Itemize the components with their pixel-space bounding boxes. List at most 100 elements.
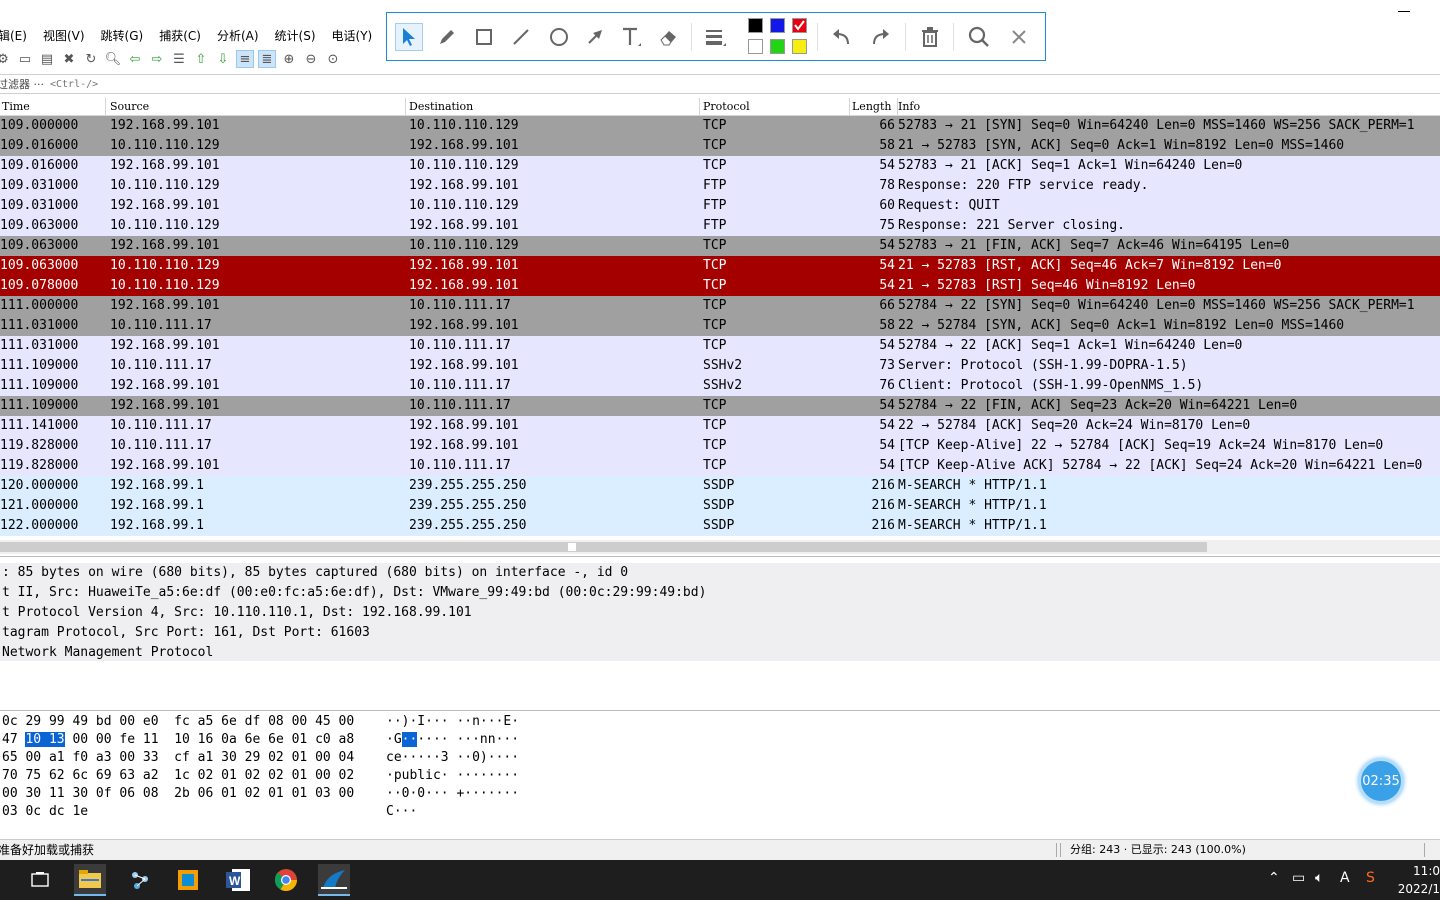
system-clock[interactable]: 11:0 2022/1 <box>1388 862 1440 898</box>
packet-row[interactable]: 120.000000 192.168.99.1 239.255.255.250 SSD… <box>0 476 1440 496</box>
line-icon[interactable] <box>507 23 535 51</box>
column-destination[interactable]: Destination <box>406 98 700 115</box>
network-app-icon[interactable] <box>124 864 156 896</box>
packet-row[interactable]: 109.016000 10.110.110.129 192.168.99.101 TC… <box>0 136 1440 156</box>
menu-statistics[interactable]: 统计(S) <box>267 27 324 44</box>
ascii-row[interactable]: ·public· ········ <box>386 767 519 785</box>
detail-ethernet[interactable]: t II, Src: HuaweiTe_a5:6e:df (00:e0:fc:a… <box>2 583 706 603</box>
color-green-swatch[interactable] <box>770 39 785 54</box>
color-red-swatch[interactable] <box>792 18 807 33</box>
reload-icon[interactable]: ↻ <box>82 50 100 68</box>
wireshark-icon[interactable] <box>318 864 350 896</box>
rectangle-icon[interactable] <box>470 23 498 51</box>
autoscroll-icon[interactable]: ≡ <box>236 50 254 68</box>
packet-row[interactable]: 121.000000 192.168.99.1 239.255.255.250 SSD… <box>0 496 1440 516</box>
packet-row[interactable]: 111.109000 192.168.99.101 10.110.111.17 SSH… <box>0 376 1440 396</box>
zoom-in-icon[interactable]: ⊕ <box>280 50 298 68</box>
hex-row[interactable]: 47 10 13 00 00 fe 11 10 16 0a 6e 6e 01 c… <box>2 731 354 749</box>
color-black-swatch[interactable] <box>748 18 763 33</box>
find-packet-icon[interactable]: 🔍︎ <box>104 50 122 68</box>
menu-capture[interactable]: 捕获(C) <box>151 27 209 44</box>
arrow-icon[interactable] <box>395 23 423 51</box>
menu-go[interactable]: 跳转(G) <box>93 27 152 44</box>
recording-timer[interactable]: 02:35 <box>1358 758 1404 804</box>
sogou-icon[interactable]: S <box>1366 870 1375 886</box>
color-yellow-swatch[interactable] <box>792 39 807 54</box>
detail-udp[interactable]: tagram Protocol, Src Port: 161, Dst Port… <box>2 623 706 643</box>
packet-row[interactable]: 111.109000 192.168.99.101 10.110.111.17 TCP… <box>0 396 1440 416</box>
first-packet-icon[interactable]: ⇧ <box>192 50 210 68</box>
packet-row[interactable]: 109.000000 192.168.99.101 10.110.110.129 TC… <box>0 116 1440 136</box>
ascii-row[interactable]: C··· <box>386 803 417 821</box>
packet-row[interactable]: 109.063000 10.110.110.129 192.168.99.101 TC… <box>0 256 1440 276</box>
packet-list-scrollbar[interactable] <box>0 540 1440 554</box>
save-file-icon[interactable]: ▤ <box>38 50 56 68</box>
hex-row[interactable]: 00 30 11 30 0f 06 08 2b 06 01 02 01 01 0… <box>2 785 354 803</box>
task-view-icon[interactable] <box>24 864 56 896</box>
packet-row[interactable]: 119.828000 10.110.111.17 192.168.99.101 TCP… <box>0 436 1440 456</box>
hex-row[interactable]: 0c 29 99 49 bd 00 e0 fc a5 6e df 08 00 4… <box>2 713 354 731</box>
packet-row[interactable]: 109.063000 192.168.99.101 10.110.110.129 TC… <box>0 236 1440 256</box>
close-file-icon[interactable]: ✖ <box>60 50 78 68</box>
packet-row[interactable]: 109.031000 192.168.99.101 10.110.110.129 FT… <box>0 196 1440 216</box>
packet-row[interactable]: 122.000000 192.168.99.1 239.255.255.250 SSD… <box>0 516 1440 536</box>
word-icon[interactable]: W <box>222 864 254 896</box>
packet-row[interactable]: 111.031000 10.110.111.17 192.168.99.101 TCP… <box>0 316 1440 336</box>
ascii-row[interactable]: ··0·0··· +······· <box>386 785 519 803</box>
menu-telephony[interactable]: 电话(Y) <box>324 27 381 44</box>
column-time[interactable]: Time <box>0 98 106 115</box>
packet-row[interactable]: 111.109000 10.110.111.17 192.168.99.101 SSH… <box>0 356 1440 376</box>
packet-row[interactable]: 111.141000 10.110.111.17 192.168.99.101 TCP… <box>0 416 1440 436</box>
packet-row[interactable]: 119.828000 192.168.99.101 10.110.111.17 TCP… <box>0 456 1440 476</box>
window-minimize-button[interactable] <box>1398 2 1410 12</box>
colorize-icon[interactable]: ≣ <box>258 50 276 68</box>
pen-icon[interactable] <box>433 23 461 51</box>
chrome-icon[interactable] <box>270 864 302 896</box>
network-icon[interactable]: ▭ <box>1292 870 1305 886</box>
ascii-row[interactable]: ··)·I··· ··n···E· <box>386 713 519 731</box>
remote-desktop-icon[interactable] <box>172 864 204 896</box>
options-icon[interactable]: ⚙ <box>0 50 12 68</box>
volume-icon[interactable]: 🔈︎ <box>1315 870 1323 886</box>
redo-icon[interactable] <box>867 23 895 51</box>
column-source[interactable]: Source <box>106 98 406 115</box>
show-hidden-icons[interactable]: ⌃ <box>1268 870 1280 886</box>
open-file-icon[interactable]: ▭ <box>16 50 34 68</box>
eraser-icon[interactable] <box>655 23 683 51</box>
circle-icon[interactable] <box>545 23 573 51</box>
menu-edit[interactable]: 辑(E) <box>0 27 35 44</box>
menu-view[interactable]: 视图(V) <box>35 27 93 44</box>
display-filter-input[interactable] <box>50 78 850 90</box>
detail-snmp[interactable]: Network Management Protocol <box>2 643 706 663</box>
go-to-packet-icon[interactable]: ☰ <box>170 50 188 68</box>
ascii-row[interactable]: ce·····3 ··0)···· <box>386 749 519 767</box>
zoom-normal-icon[interactable]: ⊙ <box>324 50 342 68</box>
zoom-out-icon[interactable]: ⊖ <box>302 50 320 68</box>
delete-icon[interactable] <box>916 23 944 51</box>
packet-row[interactable]: 111.031000 192.168.99.101 10.110.111.17 TCP… <box>0 336 1440 356</box>
column-protocol[interactable]: Protocol <box>700 98 850 115</box>
go-back-icon[interactable]: ⇦ <box>126 50 144 68</box>
packet-row[interactable]: 111.000000 192.168.99.101 10.110.111.17 TCP… <box>0 296 1440 316</box>
hex-row[interactable]: 65 00 a1 f0 a3 00 33 cf a1 30 29 02 01 0… <box>2 749 354 767</box>
file-explorer-icon[interactable] <box>74 864 106 896</box>
ascii-row[interactable]: ·G······ ···nn··· <box>386 731 519 749</box>
detail-frame[interactable]: : 85 bytes on wire (680 bits), 85 bytes … <box>2 563 706 583</box>
last-packet-icon[interactable]: ⇩ <box>214 50 232 68</box>
detail-ip[interactable]: t Protocol Version 4, Src: 10.110.110.1,… <box>2 603 706 623</box>
color-white-swatch[interactable] <box>748 39 763 54</box>
undo-icon[interactable] <box>827 23 855 51</box>
packet-row[interactable]: 109.078000 10.110.110.129 192.168.99.101 TC… <box>0 276 1440 296</box>
packet-row[interactable]: 109.063000 10.110.110.129 192.168.99.101 FT… <box>0 216 1440 236</box>
packet-row[interactable]: 109.031000 10.110.110.129 192.168.99.101 FT… <box>0 176 1440 196</box>
hex-row[interactable]: 70 75 62 6c 69 63 a2 1c 02 01 02 02 01 0… <box>2 767 354 785</box>
close-icon[interactable] <box>1005 23 1033 51</box>
stroke-width-icon[interactable] <box>701 23 729 51</box>
packet-row[interactable]: 109.016000 192.168.99.101 10.110.110.129 TC… <box>0 156 1440 176</box>
text-icon[interactable] <box>617 23 645 51</box>
go-forward-icon[interactable]: ⇨ <box>148 50 166 68</box>
arrow-draw-icon[interactable] <box>581 23 609 51</box>
packet-list[interactable]: Time Source Destination Protocol Length … <box>0 98 1440 540</box>
column-length[interactable]: Length <box>850 98 898 115</box>
scrollbar-thumb[interactable] <box>0 542 1207 552</box>
